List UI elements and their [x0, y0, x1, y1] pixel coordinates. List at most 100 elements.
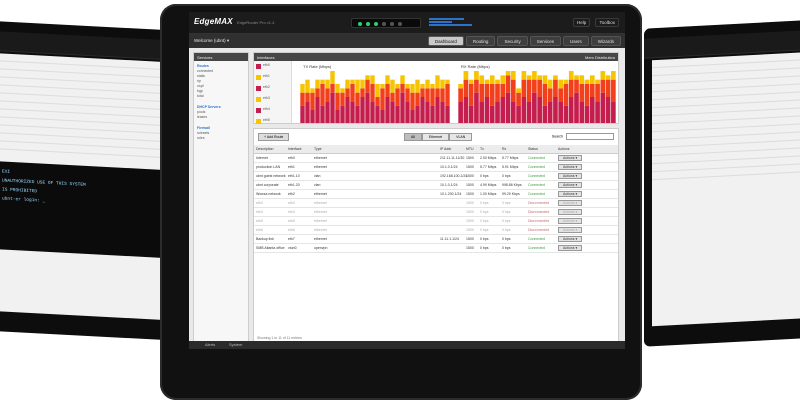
- chart-bar: [547, 79, 553, 89]
- chart-bar: [385, 75, 390, 84]
- table-row[interactable]: SMB Atlanta office vtun0 openvpn 1500 0 bps 0…: [254, 244, 618, 253]
- add-button[interactable]: + Add Route: [258, 133, 290, 141]
- col-ip[interactable]: IP Addr: [440, 147, 466, 151]
- col-type[interactable]: Type: [314, 147, 440, 151]
- row-status: Connected: [528, 174, 545, 178]
- row-interface: eth1.20: [288, 183, 300, 187]
- chart-bar: [370, 75, 375, 84]
- welcome-menu[interactable]: Welcome (ubnt) ▾: [194, 38, 229, 44]
- routes-line: total: [197, 94, 204, 98]
- row-actions-button[interactable]: Actions ▾: [558, 209, 583, 215]
- tab-routing[interactable]: Routing: [465, 36, 496, 46]
- row-actions-button[interactable]: Actions ▾: [558, 200, 583, 206]
- row-actions-button[interactable]: Actions ▾: [558, 245, 583, 251]
- table-row[interactable]: eth5 eth5 ethernet 1500 0 bps 0 bps Disconnect…: [254, 217, 618, 226]
- row-mtu: 1500: [466, 165, 474, 169]
- row-type: ethernet: [314, 201, 327, 205]
- chart-bar: [435, 97, 440, 123]
- row-actions-button[interactable]: Actions ▾: [558, 155, 583, 161]
- chart-bar: [526, 75, 532, 80]
- filter-ethernet-button[interactable]: Ethernet: [421, 133, 450, 141]
- scene: EXI UNAUTHORIZED USE OF THIS SYSTEM IS P…: [0, 0, 800, 400]
- table-row[interactable]: Wowza network eth2 ethernet 10.1.200.1/24 15…: [254, 190, 618, 199]
- table-row[interactable]: ubnt corporate eth1.20 vlan 10.1.0.1/24 1500…: [254, 181, 618, 190]
- legend-item[interactable]: eth4: [254, 105, 291, 116]
- row-mtu: 1500: [466, 192, 474, 196]
- tab-services[interactable]: Services: [529, 36, 561, 46]
- alerts-tab[interactable]: Alerts: [205, 342, 215, 347]
- tab-wizards[interactable]: Wizards: [590, 36, 621, 46]
- chart-bar: [360, 88, 365, 97]
- port-status-lights: [351, 18, 421, 28]
- chart-bar: [589, 84, 595, 97]
- chart-bar: [574, 92, 579, 123]
- filter-buttons: All Ethernet VLAN: [404, 133, 473, 141]
- row-actions-cell: Actions ▾: [558, 218, 598, 224]
- col-mtu[interactable]: MTU: [466, 147, 480, 151]
- chart-bar: [410, 84, 415, 93]
- services-panel: Services Routes connected static rip osp…: [193, 52, 249, 344]
- col-description[interactable]: Description: [256, 147, 288, 151]
- table-row[interactable]: eth3 eth3 ethernet 1500 0 bps 0 bps Disconnect…: [254, 199, 618, 208]
- row-actions-button[interactable]: Actions ▾: [558, 218, 583, 224]
- right-monitor-screen: [652, 51, 800, 327]
- tab-security[interactable]: Security: [497, 36, 528, 46]
- row-actions-button[interactable]: Actions ▾: [558, 173, 583, 179]
- row-rx: 5.77 Mbps: [502, 156, 519, 160]
- terminal[interactable]: EXI UNAUTHORIZED USE OF THIS SYSTEM IS P…: [0, 161, 180, 259]
- col-interface[interactable]: Interface: [288, 147, 314, 151]
- row-interface: vtun0: [288, 246, 297, 250]
- toolbox-button[interactable]: Toolbox: [595, 18, 619, 27]
- row-mtu: 1500: [466, 201, 474, 205]
- help-button[interactable]: Help: [572, 18, 591, 27]
- legend-item[interactable]: eth3: [254, 94, 291, 105]
- status-strip: Alerts System: [189, 341, 625, 349]
- chart-bar: [430, 105, 435, 123]
- row-description: eth6: [256, 228, 263, 232]
- chart-bar: [568, 79, 574, 97]
- chart-bar: [495, 101, 500, 123]
- chart-bar: [310, 88, 315, 93]
- chart-bar: [563, 105, 569, 123]
- row-interface: eth1.10: [288, 174, 300, 178]
- table-row[interactable]: Backup link eth7 ethernet 11.11.1.1/24 1500 0…: [254, 235, 618, 244]
- chart-bar: [479, 75, 485, 84]
- chart-bar: [568, 71, 574, 80]
- col-status[interactable]: Status: [528, 147, 558, 151]
- legend-item[interactable]: eth2: [254, 83, 291, 94]
- row-actions-button[interactable]: Actions ▾: [558, 164, 583, 170]
- chart-bar: [380, 88, 385, 110]
- tab-dashboard[interactable]: Dashboard: [427, 36, 464, 46]
- row-description: eth4: [256, 210, 263, 214]
- chart-bar: [468, 84, 474, 106]
- chart-bar: [380, 84, 385, 89]
- legend-item[interactable]: eth1: [254, 72, 291, 83]
- filter-vlan-button[interactable]: VLAN: [449, 133, 473, 141]
- tab-users[interactable]: Users: [562, 36, 589, 46]
- row-actions-button[interactable]: Actions ▾: [558, 236, 583, 242]
- legend-item[interactable]: eth5: [254, 116, 291, 127]
- chart-bar: [340, 92, 345, 106]
- system-tab[interactable]: System: [229, 342, 242, 347]
- table-row[interactable]: Internet eth0 ethernet 211.11.11.11/30 1500 2…: [254, 154, 618, 163]
- col-tx[interactable]: Tx: [480, 147, 502, 151]
- nav-bar: Welcome (ubnt) ▾ Dashboard Routing Secur…: [189, 34, 625, 48]
- row-actions-button[interactable]: Actions ▾: [558, 182, 583, 188]
- filter-all-button[interactable]: All: [404, 133, 422, 141]
- table-row[interactable]: ubnt guest network eth1.10 vlan 192.168.100…: [254, 172, 618, 181]
- chart-bar: [500, 75, 506, 84]
- table-row[interactable]: eth4 eth4 ethernet 1500 0 bps 0 bps Disconnect…: [254, 208, 618, 217]
- col-rx[interactable]: Rx: [502, 147, 528, 151]
- table-row[interactable]: production LAN eth1 ethernet 10.1.0.1/24 150…: [254, 163, 618, 172]
- row-actions-button[interactable]: Actions ▾: [558, 227, 583, 233]
- chart-bar: [440, 88, 445, 102]
- row-actions-cell: Actions ▾: [558, 236, 598, 242]
- row-actions-button[interactable]: Actions ▾: [558, 191, 583, 197]
- row-status: Connected: [528, 246, 545, 250]
- table-row[interactable]: eth6 eth6 ethernet 1500 0 bps 0 bps Disconnect…: [254, 226, 618, 235]
- chart-bar: [370, 84, 375, 102]
- legend-item[interactable]: eth0: [254, 61, 291, 72]
- chart-bar: [420, 88, 425, 97]
- search-input[interactable]: [566, 133, 614, 140]
- chart-bar: [500, 84, 506, 97]
